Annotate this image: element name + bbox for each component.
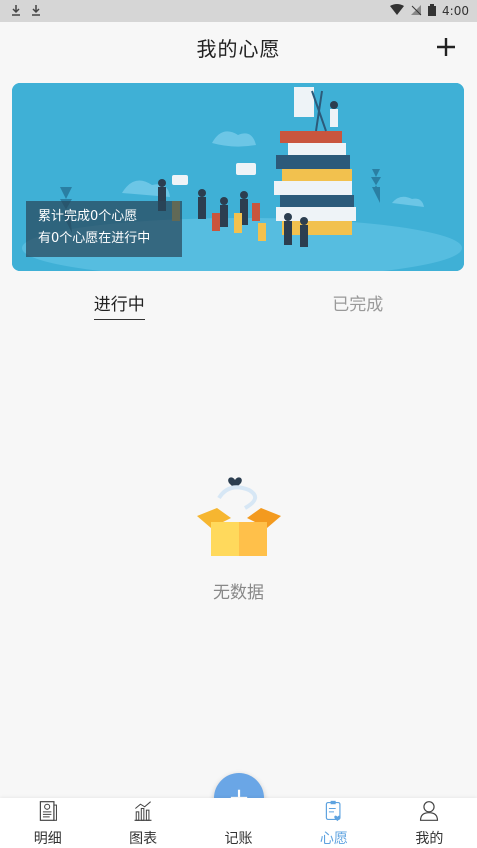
empty-state: 无数据 (0, 470, 477, 610)
add-wish-button[interactable] (431, 32, 461, 62)
nav-item-chart[interactable]: 图表 (95, 798, 190, 848)
battery-icon (428, 3, 437, 19)
status-right: 4:00 (390, 3, 469, 19)
nav-label: 明细 (33, 831, 62, 847)
tab-completed[interactable]: 已完成 (239, 290, 477, 324)
wifi-icon (390, 3, 405, 19)
nav-label: 心愿 (319, 831, 348, 847)
chart-icon (134, 801, 152, 821)
tab-in-progress[interactable]: 进行中 (0, 290, 239, 324)
receipt-icon (39, 801, 57, 821)
page-title: 我的心愿 (196, 36, 281, 61)
nav-item-record[interactable]: 记账 (191, 798, 286, 848)
no-signal-icon (410, 4, 422, 19)
wish-icon (325, 800, 341, 822)
wish-tabs: 进行中 已完成 (0, 290, 477, 324)
tab-label: 已完成 (332, 295, 384, 315)
empty-message: 无数据 (213, 583, 264, 603)
plus-icon (437, 38, 455, 56)
nav-label: 我的 (415, 831, 444, 847)
status-bar: 4:00 (0, 0, 477, 22)
user-icon (420, 801, 439, 821)
nav-item-wish[interactable]: 心愿 (286, 798, 381, 848)
wish-stats-box: 累计完成0个心愿 有0个心愿在进行中 (26, 201, 182, 257)
bottom-nav: 明细 图表 记账 心愿 我的 (0, 798, 477, 848)
download-icon (30, 4, 42, 19)
status-time: 4:00 (442, 4, 469, 18)
download-icon (10, 4, 22, 19)
status-left (10, 4, 42, 19)
nav-label: 记账 (224, 831, 253, 847)
tab-label: 进行中 (93, 290, 145, 320)
in-progress-count-text: 有0个心愿在进行中 (38, 231, 151, 246)
app-header: 我的心愿 (0, 22, 477, 72)
wish-banner: 累计完成0个心愿 有0个心愿在进行中 (12, 83, 464, 271)
nav-item-details[interactable]: 明细 (0, 798, 95, 848)
nav-item-mine[interactable]: 我的 (382, 798, 477, 848)
nav-label: 图表 (129, 831, 158, 847)
completed-count-text: 累计完成0个心愿 (38, 209, 138, 224)
empty-box-icon (196, 477, 281, 556)
